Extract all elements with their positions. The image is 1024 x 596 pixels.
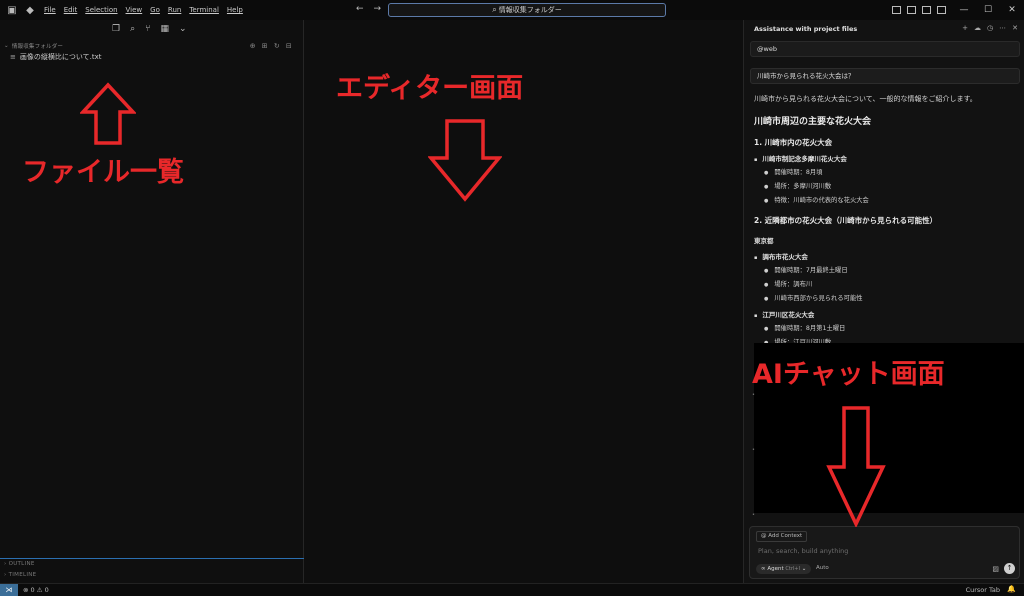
timeline-section[interactable]: › TIMELINE: [4, 572, 36, 578]
outline-section[interactable]: › OUTLINE: [4, 561, 35, 567]
sidebar-toolbar: ❐ ⌕ ⑂ ▦ ⌄: [112, 24, 187, 34]
source-control-icon[interactable]: ⑂: [145, 24, 150, 34]
list-item: ● 開催時期：7月最終土曜日: [764, 267, 848, 274]
refresh-icon[interactable]: ↻: [274, 42, 280, 50]
status-bar: ⋊ ⊗ 0 ⚠ 0 Cursor Tab 🔔: [0, 583, 1024, 596]
menu-bar: File Edit Selection View Go Run Terminal…: [44, 6, 251, 14]
text-file-icon: ≡: [10, 53, 16, 61]
chat-input-placeholder[interactable]: Plan, search, build anything: [758, 547, 848, 555]
chevron-down-icon: ⌄: [801, 566, 807, 572]
close-icon[interactable]: ✕: [1012, 24, 1018, 32]
minimize-icon[interactable]: —: [952, 5, 976, 15]
remote-icon[interactable]: ⋊: [0, 584, 18, 596]
send-button[interactable]: ↑: [1004, 563, 1015, 574]
list-item: ▪ 江戸川区花火大会: [754, 311, 815, 319]
chevron-down-icon: ⌄: [4, 43, 9, 49]
new-file-icon[interactable]: ⊕: [250, 42, 256, 50]
extensions-icon[interactable]: ▦: [161, 24, 170, 34]
menu-view[interactable]: View: [126, 6, 143, 14]
image-icon[interactable]: ▨: [992, 565, 999, 573]
list-item: ● 場所：調布川: [764, 281, 813, 288]
list-item: ● 開催時期：8月頃: [764, 169, 823, 176]
menu-selection[interactable]: Selection: [85, 6, 117, 14]
model-selector[interactable]: Auto: [816, 565, 829, 571]
stray-mark: •: [752, 392, 755, 398]
chevron-down-icon[interactable]: ⌄: [179, 24, 187, 34]
file-name: 画像の縦横比について.txt: [19, 53, 102, 61]
menu-edit[interactable]: Edit: [64, 6, 78, 14]
layout-secondary-sidebar-icon[interactable]: [922, 6, 931, 14]
sidebar-toggle-icon[interactable]: ▣: [6, 5, 18, 16]
window-controls: — ☐ ✕: [892, 0, 1024, 20]
command-center-search[interactable]: ⌕ 情報収集フォルダー: [388, 3, 666, 17]
menu-terminal[interactable]: Terminal: [189, 6, 219, 14]
menu-run[interactable]: Run: [168, 6, 181, 14]
list-item: ● 特徴：川崎市の代表的な花火大会: [764, 197, 869, 204]
folder-header[interactable]: ⌄ 情報収集フォルダー ⊕ ⊞ ↻ ⊟: [4, 41, 300, 51]
plus-icon[interactable]: +: [962, 24, 968, 32]
list-item: ● 開催時期：8月第1土曜日: [764, 325, 846, 332]
chat-input-box[interactable]: @ Add Context Plan, search, build anythi…: [749, 526, 1020, 579]
agent-mode-dropdown[interactable]: ∞ Agent Ctrl+I ⌄: [756, 564, 812, 574]
response-subheading: 東京都: [754, 237, 774, 245]
cursor-tab-status[interactable]: Cursor Tab: [966, 586, 1000, 594]
search-icon: ⌕: [492, 5, 497, 14]
chevron-right-icon: ›: [4, 572, 7, 578]
layout-panel-icon[interactable]: [907, 6, 916, 14]
files-icon[interactable]: ❐: [112, 24, 120, 34]
list-item: ▪ 川崎市制記念多摩川花火大会: [754, 155, 847, 163]
user-question[interactable]: 川崎市から見られる花火大会は？: [750, 68, 1020, 84]
stray-mark: •: [752, 512, 755, 518]
nav-arrows: ← →: [356, 4, 381, 14]
chevron-right-icon: ›: [4, 561, 7, 567]
folder-name: 情報収集フォルダー: [11, 44, 64, 50]
chat-header-actions: + ☁ ◷ ⋯ ✕: [962, 24, 1018, 32]
annotation-editor: エディター画面: [336, 73, 524, 104]
layout-customize-icon[interactable]: [937, 6, 946, 14]
panel-divider[interactable]: [0, 558, 304, 559]
collapse-icon[interactable]: ⊟: [286, 42, 292, 50]
list-item: ● 場所：多摩川河川敷: [764, 183, 832, 190]
list-item: ● 川崎市西部から見られる可能性: [764, 295, 863, 302]
menu-go[interactable]: Go: [150, 6, 160, 14]
response-section-1: 1. 川崎市内の花火大会: [754, 138, 833, 147]
history-icon[interactable]: ◷: [987, 24, 993, 32]
explorer-actions: ⊕ ⊞ ↻ ⊟: [250, 42, 292, 50]
cloud-icon[interactable]: ☁: [974, 24, 981, 32]
explorer-sidebar: ❐ ⌕ ⑂ ▦ ⌄ ⌄ 情報収集フォルダー ⊕ ⊞ ↻ ⊟ ≡ 画像の縦横比につ…: [0, 20, 304, 583]
maximize-icon[interactable]: ☐: [976, 5, 1000, 15]
arrow-down-icon: [428, 119, 502, 202]
menu-file[interactable]: File: [44, 6, 56, 14]
forward-arrow-icon[interactable]: →: [374, 4, 382, 14]
back-arrow-icon[interactable]: ←: [356, 4, 364, 14]
add-context-button[interactable]: @ Add Context: [756, 531, 808, 542]
menu-help[interactable]: Help: [227, 6, 243, 14]
chat-title: Assistance with project files: [754, 25, 858, 33]
file-item[interactable]: ≡ 画像の縦横比について.txt: [10, 52, 102, 62]
arrow-down-icon: [826, 406, 886, 527]
stray-mark: •: [752, 447, 755, 453]
layout-sidebar-icon[interactable]: [892, 6, 901, 14]
title-bar: ▣ ◆ File Edit Selection View Go Run Term…: [0, 0, 1024, 20]
annotation-ai-chat: AIチャット画面: [752, 359, 945, 390]
command-center-label: 情報収集フォルダー: [498, 6, 562, 14]
web-context-chip[interactable]: @web: [750, 41, 1020, 57]
problems-indicator[interactable]: ⊗ 0 ⚠ 0: [23, 586, 49, 594]
response-heading: 川崎市周辺の主要な花火大会: [754, 117, 872, 127]
close-icon[interactable]: ✕: [1000, 5, 1024, 15]
response-section-2: 2. 近隣都市の花火大会（川崎市から見られる可能性）: [754, 216, 938, 225]
list-item: ▪ 調布市花火大会: [754, 253, 808, 261]
more-icon[interactable]: ⋯: [999, 24, 1006, 32]
response-intro: 川崎市から見られる花火大会について、一般的な情報をご紹介します。: [754, 95, 977, 103]
bell-icon[interactable]: 🔔: [1007, 585, 1016, 593]
search-icon[interactable]: ⌕: [130, 24, 135, 34]
cursor-logo-icon: ◆: [26, 4, 34, 16]
new-folder-icon[interactable]: ⊞: [262, 42, 268, 50]
annotation-file-list: ファイル一覧: [22, 157, 184, 188]
arrow-up-icon: [80, 82, 136, 145]
